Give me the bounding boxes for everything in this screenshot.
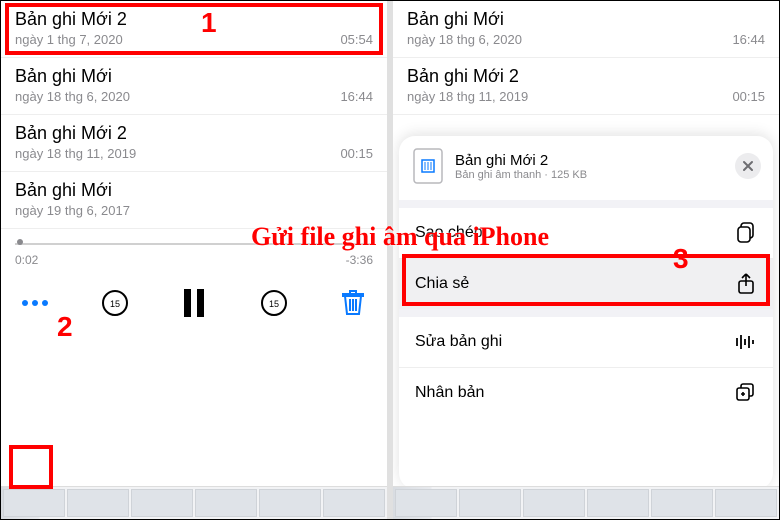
app-switcher-thumbnails (393, 486, 779, 519)
menu-share[interactable]: Chia sẻ (399, 258, 773, 309)
trash-icon (342, 290, 364, 316)
recording-duration: 00:15 (340, 146, 373, 161)
recording-title: Bản ghi Mới (15, 180, 373, 201)
menu-label: Sao chép (415, 224, 483, 242)
svg-text:15: 15 (109, 299, 119, 309)
recording-date: ngày 1 thg 7, 2020 (15, 32, 123, 47)
recording-item[interactable]: Bản ghi Mới 2 ngày 18 thg 11, 2019 00:15 (393, 58, 779, 115)
menu-label: Chia sẻ (415, 275, 469, 293)
recording-duration: 05:54 (340, 32, 373, 47)
waveform-icon (735, 331, 757, 353)
recording-duration: 00:15 (732, 89, 765, 104)
left-pane: Bản ghi Mới 2 ngày 1 thg 7, 2020 05:54 B… (1, 1, 393, 519)
recording-duration: 16:44 (732, 32, 765, 47)
recording-date: ngày 18 thg 6, 2020 (407, 32, 522, 47)
close-sheet-button[interactable] (735, 153, 761, 179)
recording-item[interactable]: Bản ghi Mới ngày 18 thg 6, 2020 16:44 (1, 58, 387, 115)
recording-item[interactable]: Bản ghi Mới 2 ngày 18 thg 11, 2019 00:15 (1, 115, 387, 172)
player-scrubber[interactable]: 0:02 -3:36 (1, 229, 387, 275)
sheet-file-title: Bản ghi Mới 2 (455, 152, 587, 169)
forward-15-icon: 15 (259, 288, 289, 318)
ellipsis-icon (21, 299, 49, 307)
menu-edit[interactable]: Sửa bản ghi (399, 309, 773, 367)
menu-copy[interactable]: Sao chép (399, 200, 773, 258)
app-switcher-thumbnails (1, 486, 387, 519)
menu-label: Sửa bản ghi (415, 333, 502, 351)
recording-title: Bản ghi Mới 2 (15, 9, 373, 30)
close-icon (742, 160, 754, 172)
recording-date: ngày 19 thg 6, 2017 (15, 203, 130, 218)
recording-title: Bản ghi Mới (15, 66, 373, 87)
recording-item[interactable]: Bản ghi Mới 2 ngày 1 thg 7, 2020 05:54 (1, 1, 387, 58)
rewind-15-icon: 15 (100, 288, 130, 318)
recording-date: ngày 18 thg 11, 2019 (15, 146, 136, 161)
svg-text:15: 15 (268, 299, 278, 309)
elapsed-time: 0:02 (15, 253, 38, 267)
share-icon (735, 273, 757, 295)
copy-icon (735, 222, 757, 244)
forward-15-button[interactable]: 15 (254, 283, 294, 323)
rewind-15-button[interactable]: 15 (95, 283, 135, 323)
more-button[interactable] (15, 283, 55, 323)
recording-title: Bản ghi Mới 2 (15, 123, 373, 144)
recording-title: Bản ghi Mới 2 (407, 66, 765, 87)
recording-date: ngày 18 thg 6, 2020 (15, 89, 130, 104)
recording-item[interactable]: Bản ghi Mới ngày 19 thg 6, 2017 (1, 172, 387, 229)
pause-button[interactable] (174, 283, 214, 323)
share-sheet: Bản ghi Mới 2 Bản ghi âm thanh · 125 KB … (399, 136, 773, 489)
remaining-time: -3:36 (346, 253, 373, 267)
menu-label: Nhân bản (415, 384, 484, 402)
menu-duplicate[interactable]: Nhân bản (399, 367, 773, 418)
sheet-file-subtitle: Bản ghi âm thanh · 125 KB (455, 169, 587, 181)
pause-icon (182, 289, 206, 317)
recording-item[interactable]: Bản ghi Mới ngày 18 thg 6, 2020 16:44 (393, 1, 779, 58)
audio-file-icon (411, 146, 445, 186)
recording-duration: 16:44 (340, 89, 373, 104)
recording-title: Bản ghi Mới (407, 9, 765, 30)
right-pane: Bản ghi Mới ngày 18 thg 6, 2020 16:44 Bả… (393, 1, 779, 519)
delete-button[interactable] (333, 283, 373, 323)
duplicate-icon (735, 382, 757, 404)
recording-date: ngày 18 thg 11, 2019 (407, 89, 528, 104)
